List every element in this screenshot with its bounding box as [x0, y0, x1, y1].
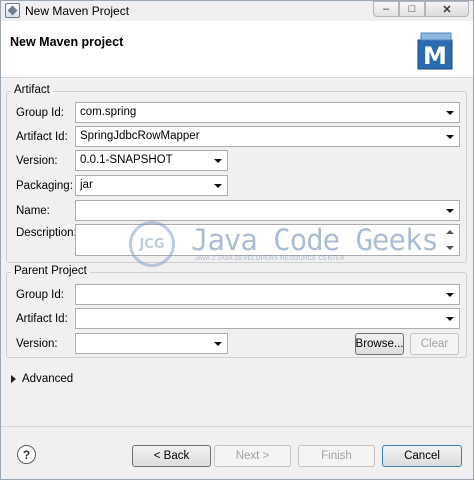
chevron-down-icon: [446, 317, 454, 321]
version-label: Version:: [16, 155, 58, 167]
window-title: New Maven Project: [25, 4, 130, 18]
advanced-label: Advanced: [22, 373, 74, 385]
parent-artifact-id-label: Artifact Id:: [16, 313, 68, 325]
maven-logo-letter: M: [423, 42, 447, 70]
maximize-button[interactable]: □: [399, 1, 425, 17]
maven-wizard-icon: [5, 3, 20, 18]
chevron-down-icon: [214, 342, 222, 346]
caption-buttons: – □ ✕: [373, 1, 469, 18]
watermark-logo: JCG: [129, 221, 175, 267]
next-label: Next: [235, 450, 260, 462]
minimize-button[interactable]: –: [373, 1, 399, 17]
parent-artifact-id-combo[interactable]: [75, 308, 460, 329]
version-combo[interactable]: 0.0.1-SNAPSHOT: [75, 150, 228, 171]
back-button[interactable]: < Back: [132, 445, 211, 467]
chevron-down-icon: [214, 184, 222, 188]
scroll-down-icon[interactable]: [446, 246, 454, 250]
version-value: 0.0.1-SNAPSHOT: [80, 154, 173, 166]
name-label: Name:: [16, 205, 50, 217]
parent-group-id-label: Group Id:: [16, 289, 64, 301]
clear-button[interactable]: Clear: [410, 333, 459, 355]
artifact-legend: Artifact: [11, 84, 53, 96]
watermark-tagline: JAVA 2 JAVA DEVELOPERS RESOURCE CENTER: [195, 256, 345, 262]
watermark-name: Java Code Geeks: [191, 223, 439, 257]
parent-project-legend: Parent Project: [11, 265, 90, 277]
chevron-down-icon: [214, 159, 222, 163]
cancel-button[interactable]: Cancel: [382, 445, 462, 467]
chevron-down-icon: [446, 111, 454, 115]
parent-version-label: Version:: [16, 338, 58, 350]
help-icon[interactable]: ?: [17, 445, 36, 464]
wizard-banner: New Maven project M: [1, 21, 473, 78]
maven-logo-icon: M: [417, 32, 453, 70]
group-id-combo[interactable]: com.spring: [75, 102, 460, 123]
close-button[interactable]: ✕: [425, 1, 469, 17]
chevron-down-icon: [446, 209, 454, 213]
description-label: Description:: [16, 227, 77, 239]
scroll-up-icon[interactable]: [446, 230, 454, 234]
parent-version-combo[interactable]: [75, 333, 228, 354]
group-id-value: com.spring: [80, 106, 137, 118]
back-label: Back: [163, 450, 190, 462]
dialog-window: New Maven Project – □ ✕ New Maven projec…: [0, 0, 474, 480]
wizard-title: New Maven project: [10, 35, 124, 49]
packaging-label: Packaging:: [16, 180, 73, 192]
advanced-expander[interactable]: Advanced: [11, 373, 73, 385]
finish-button[interactable]: Finish: [298, 445, 375, 467]
artifact-id-value: SpringJdbcRowMapper: [80, 130, 200, 142]
browse-button[interactable]: Browse...: [355, 333, 404, 355]
artifact-id-combo[interactable]: SpringJdbcRowMapper: [75, 126, 460, 147]
parent-group-id-combo[interactable]: [75, 284, 460, 305]
group-id-label: Group Id:: [16, 107, 64, 119]
chevron-right-icon: [11, 375, 16, 383]
next-button[interactable]: Next >: [214, 445, 291, 467]
chevron-down-icon: [446, 135, 454, 139]
watermark: JCG Java Code Geeks JAVA 2 JAVA DEVELOPE…: [129, 209, 439, 269]
title-bar: New Maven Project – □ ✕: [1, 1, 473, 21]
footer-divider: [1, 426, 473, 427]
chevron-down-icon: [446, 293, 454, 297]
packaging-value: jar: [80, 179, 93, 191]
packaging-combo[interactable]: jar: [75, 175, 228, 196]
artifact-id-label: Artifact Id:: [16, 131, 68, 143]
